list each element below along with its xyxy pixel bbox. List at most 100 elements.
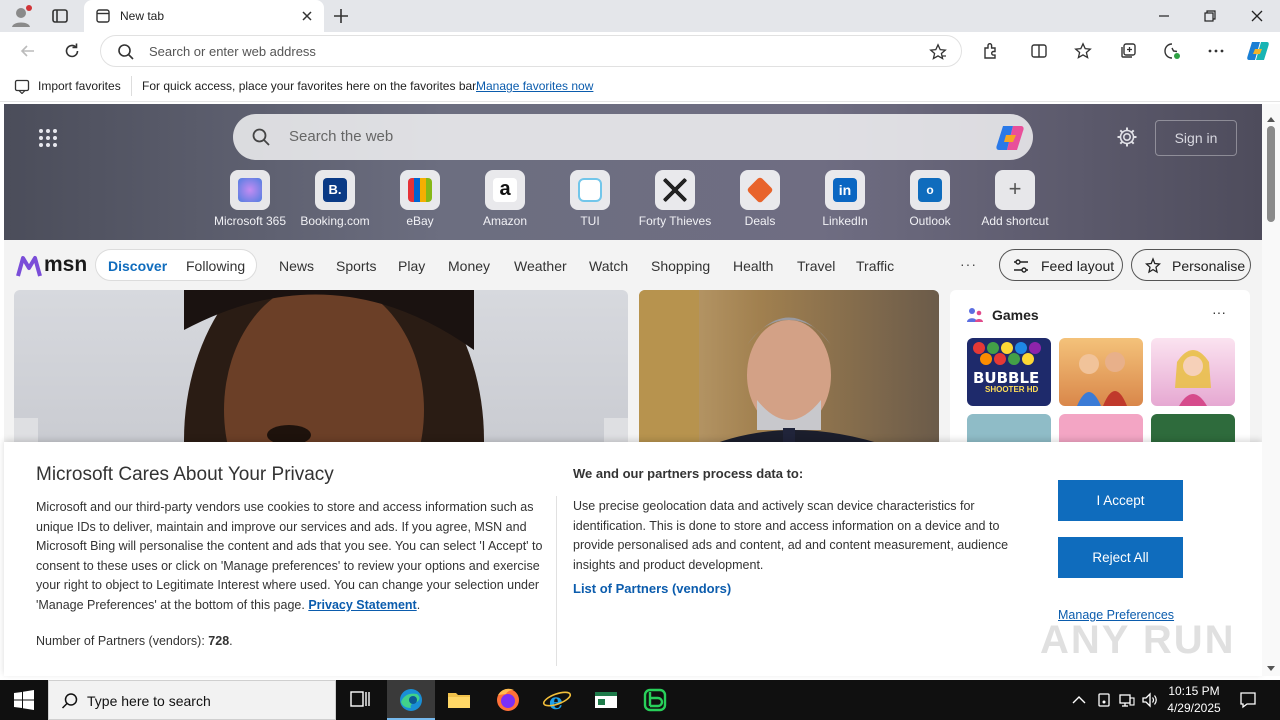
restore-icon[interactable] [1202, 8, 1218, 24]
personalise-button[interactable]: Personalise [1131, 249, 1251, 281]
search-icon [117, 43, 135, 61]
volume-icon[interactable] [1141, 691, 1159, 709]
accept-button[interactable]: I Accept [1058, 480, 1183, 521]
partners-list-link[interactable]: List of Partners (vendors) [573, 581, 731, 596]
taskbar-search-box[interactable]: Type here to search [48, 680, 336, 720]
green-app-icon[interactable] [631, 680, 679, 720]
favorites-bar: Import favorites For quick access, place… [0, 70, 1280, 102]
back-arrow-icon[interactable] [18, 41, 38, 61]
network-icon[interactable] [1118, 691, 1136, 709]
close-window-icon[interactable] [1249, 8, 1265, 24]
scroll-thumb[interactable] [1267, 126, 1275, 222]
copilot-icon[interactable] [995, 123, 1025, 153]
tab-actions-icon[interactable] [50, 6, 70, 26]
collections-icon[interactable] [1119, 42, 1137, 60]
minimize-icon[interactable] [1156, 8, 1172, 24]
tab-strip: New tab [0, 0, 1280, 32]
linkedin-icon: in [833, 178, 857, 202]
game-tile-2[interactable] [1059, 338, 1143, 406]
system-clock[interactable]: 10:15 PM 4/29/2025 [1160, 683, 1228, 717]
address-bar[interactable]: Search or enter web address [100, 35, 962, 67]
copilot-icon[interactable] [1246, 40, 1270, 62]
nav-travel[interactable]: Travel [797, 258, 835, 274]
news-card-hero-image[interactable] [14, 290, 628, 450]
consent-subtitle: We and our partners process data to: [573, 466, 804, 481]
shortcut-amazon[interactable]: a Amazon [460, 170, 550, 228]
sign-in-button[interactable]: Sign in [1155, 120, 1237, 156]
taskbar-search-placeholder: Type here to search [87, 693, 211, 709]
nav-watch[interactable]: Watch [589, 258, 628, 274]
windows-start-icon[interactable] [14, 690, 34, 710]
games-title: Games [992, 307, 1039, 323]
shortcut-microsoft-365[interactable]: Microsoft 365 [205, 170, 295, 228]
clock-date: 4/29/2025 [1167, 701, 1221, 715]
consent-body: Microsoft and our third-party vendors us… [36, 500, 543, 612]
shortcut-forty-thieves[interactable]: Forty Thieves [630, 170, 720, 228]
microsoft-365-icon [238, 178, 262, 202]
internet-explorer-icon[interactable]: e [533, 680, 581, 720]
browser-essentials-icon[interactable] [1163, 42, 1181, 60]
nav-play[interactable]: Play [398, 258, 425, 274]
close-tab-icon[interactable] [300, 9, 314, 23]
favorites-icon[interactable] [1074, 42, 1092, 60]
favorite-star-icon[interactable] [929, 43, 947, 61]
tui-smile-icon [578, 178, 602, 202]
device-tray-icon[interactable] [1095, 691, 1113, 709]
consent-divider [556, 496, 557, 666]
shortcut-outlook[interactable]: o Outlook [885, 170, 975, 228]
tab-discover[interactable]: Discover [108, 258, 167, 274]
page-scrollbar[interactable] [1262, 104, 1280, 676]
msn-logo[interactable]: msn [16, 252, 87, 278]
shortcut-linkedin[interactable]: in LinkedIn [800, 170, 890, 228]
split-screen-icon[interactable] [1030, 42, 1048, 60]
import-favorites-button[interactable]: Import favorites [38, 79, 121, 93]
refresh-icon[interactable] [62, 41, 82, 61]
extensions-icon[interactable] [982, 42, 1000, 60]
privacy-statement-link[interactable]: Privacy Statement [308, 598, 416, 612]
app-launcher-icon[interactable] [38, 128, 58, 148]
new-tab-plus-icon[interactable] [332, 7, 350, 25]
nav-sports[interactable]: Sports [336, 258, 376, 274]
feed-layout-button[interactable]: Feed layout [999, 249, 1123, 281]
consent-purpose: Use precise geolocation data and activel… [573, 499, 1009, 572]
scroll-down-arrow-icon[interactable] [1266, 660, 1276, 671]
page-settings-gear-icon[interactable] [1116, 126, 1138, 148]
tab-new-tab[interactable]: New tab [84, 0, 324, 32]
nav-weather[interactable]: Weather [514, 258, 567, 274]
manage-favorites-link[interactable]: Manage favorites now [476, 79, 593, 93]
nav-traffic[interactable]: Traffic [856, 258, 894, 274]
web-search-box[interactable]: Search the web [233, 114, 1033, 160]
import-favorites-icon [14, 78, 30, 95]
shortcut-ebay[interactable]: eBay [375, 170, 465, 228]
game-bubble-shooter[interactable]: BUBBLE SHOOTER HD [967, 338, 1051, 406]
shortcut-tui[interactable]: TUI [545, 170, 635, 228]
shortcut-booking[interactable]: B. Booking.com [290, 170, 380, 228]
news-card-portrait-image[interactable] [639, 290, 939, 450]
nav-more-button[interactable]: ··· [960, 256, 977, 272]
notification-center-icon[interactable] [1238, 690, 1258, 710]
favorites-divider [131, 76, 132, 96]
nav-health[interactable]: Health [733, 258, 773, 274]
nav-shopping[interactable]: Shopping [651, 258, 710, 274]
tab-following[interactable]: Following [186, 258, 245, 274]
app-window-icon[interactable] [582, 680, 630, 720]
consent-title: Microsoft Cares About Your Privacy [36, 464, 334, 485]
task-view-icon[interactable] [336, 680, 384, 720]
reject-all-button[interactable]: Reject All [1058, 537, 1183, 578]
shortcut-add[interactable]: + Add shortcut [970, 170, 1060, 228]
shortcut-deals[interactable]: Deals [715, 170, 805, 228]
nav-news[interactable]: News [279, 258, 314, 274]
profile-icon[interactable] [10, 5, 32, 27]
ebay-bag-icon [408, 178, 432, 202]
firefox-icon[interactable] [484, 680, 532, 720]
file-explorer-icon[interactable] [435, 680, 483, 720]
scroll-up-arrow-icon[interactable] [1266, 110, 1276, 122]
nav-money[interactable]: Money [448, 258, 490, 274]
more-menu-icon[interactable] [1207, 42, 1225, 60]
game-tile-3[interactable] [1151, 338, 1235, 406]
show-hidden-icons-chevron-icon[interactable] [1070, 691, 1088, 709]
partners-count-value: 728 [208, 634, 230, 648]
games-more-button[interactable]: ··· [1212, 304, 1226, 320]
edge-taskbar-icon[interactable] [387, 680, 435, 720]
deals-tag-icon [746, 176, 774, 204]
